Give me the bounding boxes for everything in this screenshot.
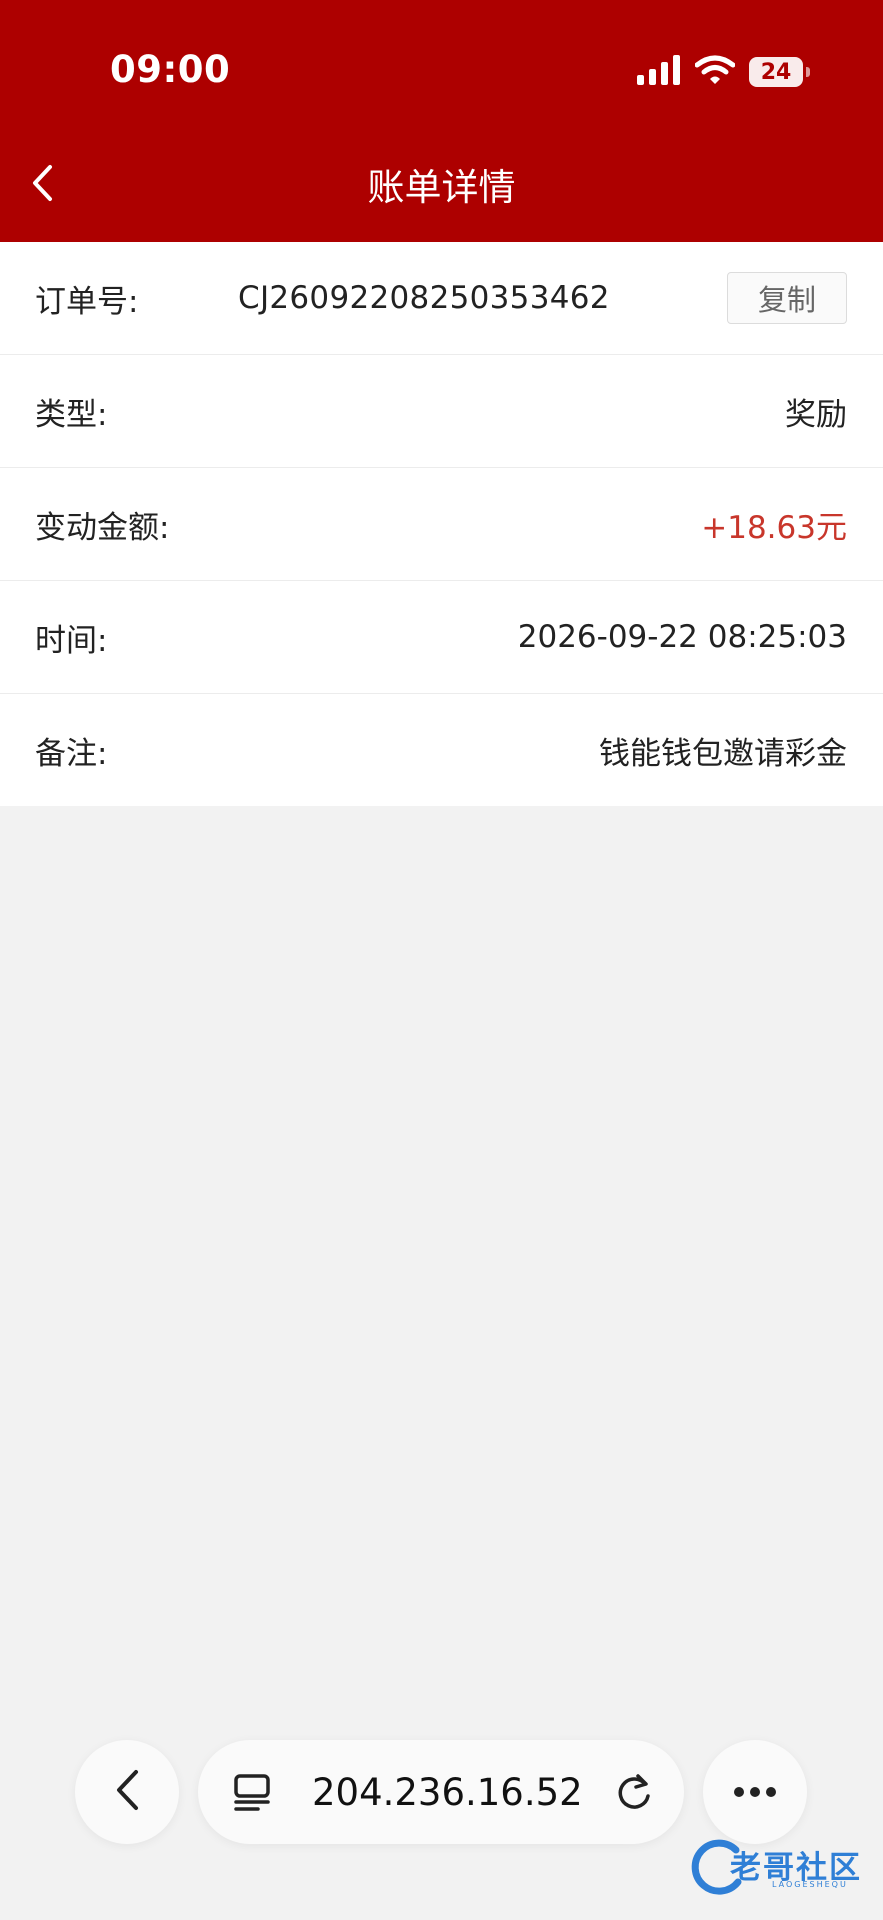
watermark-subtext: LAOGESHEQU [772,1880,848,1889]
type-value: 奖励 [785,396,847,433]
browser-bottom-bar: 204.236.16.52 [0,1740,883,1844]
order-row: 订单号: CJ26092208250353462 复制 [0,242,883,355]
more-icon [733,1783,777,1802]
order-label: 订单号: [35,283,139,320]
app-header: 09:00 24 账单详情 [0,0,883,242]
battery-icon: 24 [749,57,810,87]
note-row: 备注: 钱能钱包邀请彩金 [0,694,883,806]
status-icons: 24 [637,52,810,92]
more-button[interactable] [703,1740,807,1844]
battery-level: 24 [760,59,792,85]
type-label: 类型: [35,396,108,433]
amount-label: 变动金额: [35,509,170,546]
order-number: CJ26092208250353462 [238,280,610,316]
page-title: 账单详情 [367,166,516,209]
address-bar[interactable]: 204.236.16.52 [198,1740,684,1844]
wifi-icon [694,55,736,89]
status-time: 09:00 [110,48,231,91]
copy-button[interactable]: 复制 [727,272,847,324]
tabs-icon[interactable] [232,1772,272,1812]
browser-back-button[interactable] [75,1740,179,1844]
amount-value: +18.63元 [701,509,847,546]
amount-row: 变动金额: +18.63元 [0,468,883,581]
note-label: 备注: [35,735,108,772]
signal-icon [637,55,681,89]
time-row: 时间: 2026-09-22 08:25:03 [0,581,883,694]
bill-detail-list: 订单号: CJ26092208250353462 复制 类型: 奖励 变动金额:… [0,242,883,806]
chevron-left-icon [114,1768,140,1816]
type-row: 类型: 奖励 [0,355,883,468]
time-value: 2026-09-22 08:25:03 [517,619,847,655]
time-label: 时间: [35,622,108,659]
note-value: 钱能钱包邀请彩金 [599,735,847,772]
watermark-logo: 老哥社区 LAOGESHEQU [686,1838,871,1898]
url-text: 204.236.16.52 [312,1770,583,1814]
reload-icon[interactable] [614,1772,654,1812]
